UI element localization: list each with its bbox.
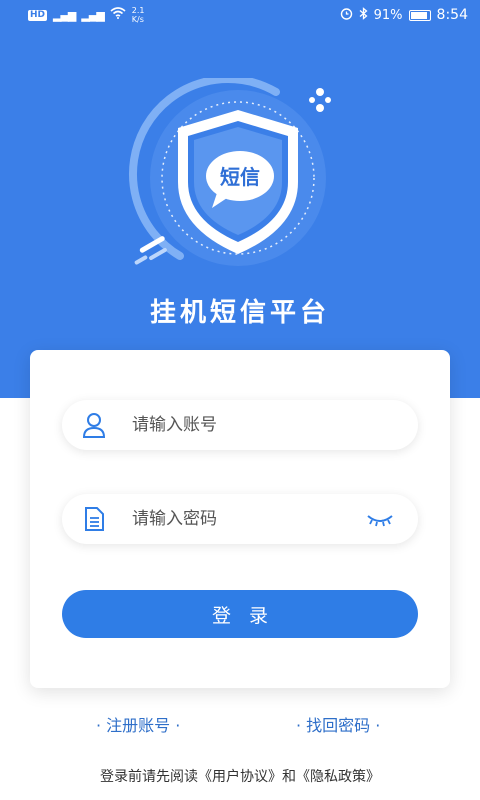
account-field[interactable] [62,400,418,450]
user-agreement-link[interactable]: 《用户协议》 [198,769,282,785]
register-link[interactable]: · 注册账号 · [96,712,180,736]
bluetooth-icon [359,6,368,24]
privacy-policy-link[interactable]: 《隐私政策》 [296,769,380,785]
alarm-icon [340,7,353,24]
agreement-text: 登录前请先阅读《用户协议》和《隐私政策》 [0,766,480,786]
app-logo: 短信 [120,75,360,298]
status-bar: HD ▂▄▆ ▂▄▆ 2.1 K/s 91% 8:54 [0,0,480,30]
app-title: 挂机短信平台 [149,298,330,328]
signal-icon: ▂▄▆ [53,8,76,22]
document-icon [80,505,108,533]
forgot-password-link[interactable]: · 找回密码 · [296,712,380,736]
wifi-icon [110,7,126,23]
account-input[interactable] [132,405,418,445]
login-button[interactable]: 登录 [62,590,418,638]
eye-closed-icon[interactable] [366,510,394,528]
clock-time: 8:54 [436,7,468,23]
logo-text: 短信 [220,165,260,189]
password-field[interactable] [62,494,418,544]
password-input[interactable] [132,499,366,539]
hd-badge: HD [28,9,48,21]
battery-icon [408,9,431,21]
agreement-prefix: 登录前请先阅读 [100,769,198,785]
user-icon [80,411,108,439]
agreement-and: 和 [282,769,296,785]
network-speed: 2.1 K/s [131,6,145,24]
signal-icon: ▂▄▆ [81,8,104,22]
battery-percent: 91% [373,7,403,23]
login-card: 登录 [30,350,450,688]
